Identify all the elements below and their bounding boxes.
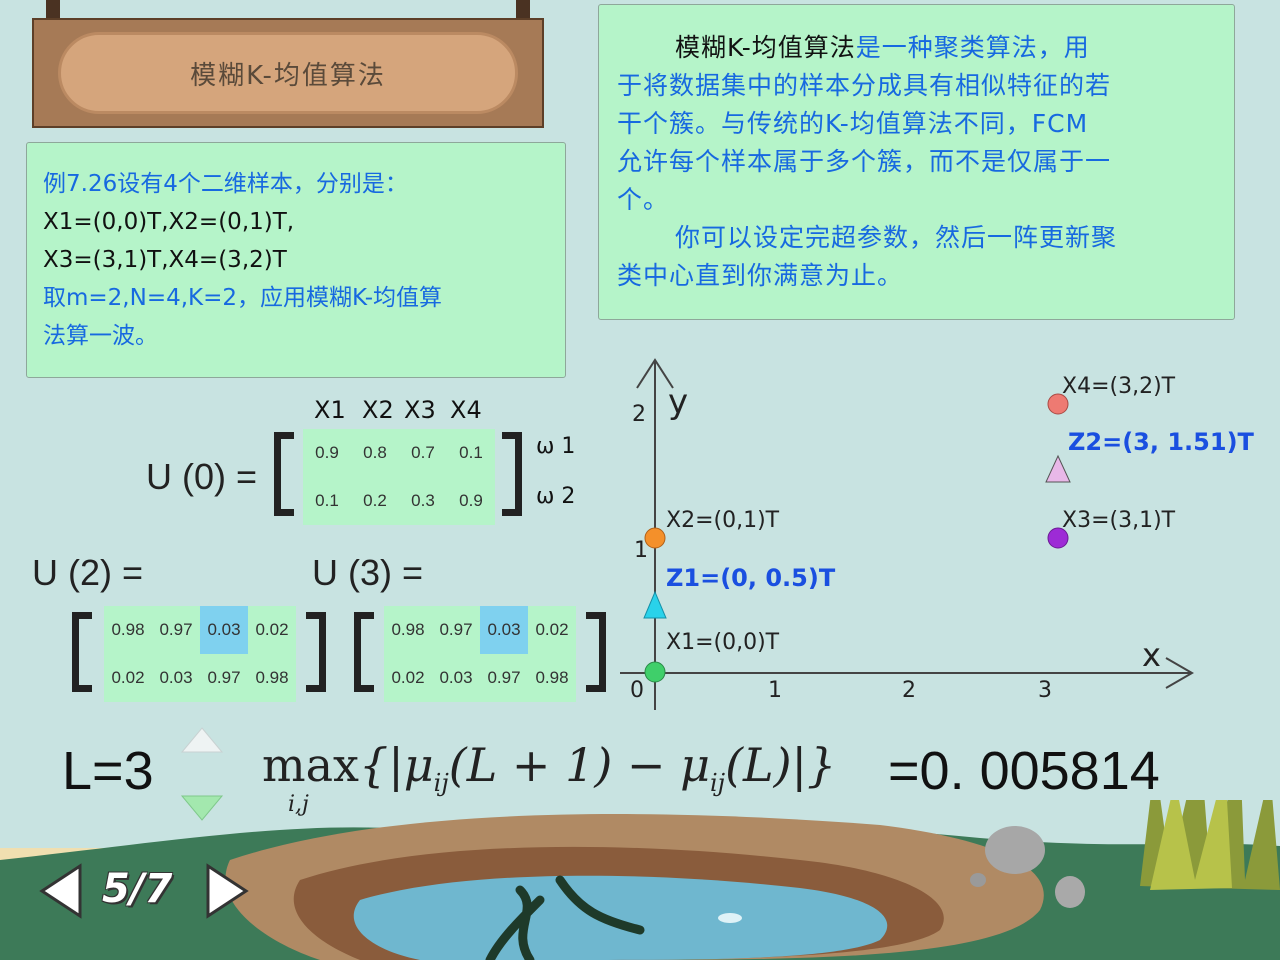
matrix-cell: 0.97 — [159, 620, 193, 639]
matrix-cell: 0.1 — [315, 491, 339, 510]
matrix-cell: 0.97 — [487, 668, 521, 687]
matrix-u2: 0.98 0.97 0.03 0.02 0.02 0.03 0.97 0.98 — [104, 606, 296, 702]
convergence-formula: max{|μij(L + 1) − μij(L)|} — [262, 738, 837, 798]
y-tick-2: 2 — [632, 402, 646, 427]
matrix-cell: 0.2 — [363, 491, 387, 510]
point-z1-label: Z1=(0, 0.5)T — [666, 564, 836, 592]
matrix-u3-label: U (3) = — [312, 552, 424, 593]
x-tick-3: 3 — [1038, 678, 1052, 703]
x-tick-2: 2 — [902, 678, 916, 703]
matrix-cell: 0.02 — [391, 668, 425, 687]
point-x2-label: X2=(0,1)T — [666, 508, 780, 533]
matrix-cell: 0.03 — [439, 668, 473, 687]
water-ripple — [718, 913, 742, 923]
matrix-bracket-left — [274, 432, 294, 516]
page-title: 模糊K-均值算法 — [190, 60, 386, 91]
matrix-cell: 0.9 — [315, 443, 339, 462]
column-header-x4: X4 — [450, 396, 482, 424]
matrix-u2-label: U (2) = — [32, 552, 144, 593]
example-line-4: 取m=2,N=4,K=2，应用模糊K-均值算 — [43, 285, 442, 311]
matrix-bracket-right — [306, 612, 326, 692]
matrix-cell: 0.98 — [391, 620, 425, 639]
matrix-bracket-left — [354, 612, 374, 692]
matrix-cell: 0.8 — [363, 443, 387, 462]
description-panel: 模糊K-均值算法是一种聚类算法，用 于将数据集中的样本分成具有相似特征的若 干个… — [598, 4, 1235, 320]
page-indicator: 5/7 — [102, 866, 173, 912]
description-text: 你可以设定完超参数，然后一阵更新聚 — [675, 223, 1118, 252]
row-label-omega2: ω 2 — [536, 484, 576, 509]
matrix-cell: 0.1 — [459, 443, 483, 462]
matrix-cell-highlighted: 0.03 — [480, 606, 528, 654]
column-header-x2: X2 — [362, 396, 394, 424]
matrix-u3: 0.98 0.97 0.03 0.02 0.02 0.03 0.97 0.98 — [384, 606, 576, 702]
description-term: 模糊K-均值算法 — [675, 33, 856, 62]
example-line-1: 例7.26设有4个二维样本，分别是： — [43, 171, 408, 197]
matrix-cell: 0.02 — [535, 620, 569, 639]
matrix-cell: 0.3 — [411, 491, 435, 510]
example-line-5: 法算一波。 — [43, 323, 158, 349]
matrix-cell: 0.98 — [535, 668, 569, 687]
example-panel: 例7.26设有4个二维样本，分别是： X1=(0,0)T,X2=(0,1)T, … — [26, 142, 566, 378]
matrix-cell: 0.03 — [159, 668, 193, 687]
matrix-bracket-right — [502, 432, 522, 516]
description-text: 干个簇。与传统的K-均值算法不同，FCM — [617, 109, 1089, 138]
formula-subscript: i,j — [288, 792, 309, 817]
matrix-cell: 0.9 — [459, 491, 483, 510]
x-tick-0: 0 — [630, 678, 644, 703]
matrix-cell-highlighted: 0.03 — [200, 606, 248, 654]
column-header-x1: X1 — [314, 396, 346, 424]
matrix-cell: 0.02 — [255, 620, 289, 639]
description-text: 于将数据集中的样本分成具有相似特征的若 — [617, 71, 1112, 100]
increment-button[interactable] — [180, 726, 224, 754]
y-axis-label: y — [668, 382, 689, 422]
point-x2 — [644, 527, 666, 549]
convergence-value: =0. 005814 — [888, 741, 1160, 801]
matrix-cell: 0.98 — [255, 668, 289, 687]
grass-tuft — [1140, 800, 1280, 890]
title-sign: 模糊K-均值算法 — [32, 18, 544, 128]
column-header-x3: X3 — [404, 396, 436, 424]
x-tick-1: 1 — [768, 678, 782, 703]
landscape-background — [0, 800, 1280, 960]
example-line-2: X1=(0,0)T,X2=(0,1)T, — [43, 209, 295, 235]
matrix-cell: 0.97 — [439, 620, 473, 639]
matrix-cell: 0.02 — [111, 668, 145, 687]
description-text: 个。 — [617, 185, 670, 214]
prev-page-button[interactable] — [38, 862, 82, 920]
point-x4-label: X4=(3,2)T — [1062, 374, 1176, 399]
matrix-cell: 0.7 — [411, 443, 435, 462]
point-x1-label: X1=(0,0)T — [666, 630, 780, 655]
example-line-3: X3=(3,1)T,X4=(3,2)T — [43, 247, 287, 273]
description-text: 是一种聚类算法，用 — [855, 33, 1090, 62]
matrix-bracket-left — [72, 612, 92, 692]
matrix-u0: 0.9 0.8 0.7 0.1 0.1 0.2 0.3 0.9 — [303, 429, 495, 525]
description-text: 类中心直到你满意为止。 — [617, 261, 904, 290]
row-label-omega1: ω 1 — [536, 434, 576, 459]
point-x3-label: X3=(3,1)T — [1062, 508, 1176, 533]
cluster-plot: y x 2 1 0 1 2 3 X1=(0,0)T X2=(0,1)T Z1=(… — [600, 340, 1254, 720]
point-z2 — [1045, 454, 1071, 483]
next-page-button[interactable] — [206, 862, 250, 920]
point-z1 — [643, 590, 667, 619]
iteration-label: L=3 — [62, 741, 154, 801]
description-text: 允许每个样本属于多个簇，而不是仅属于一 — [617, 147, 1112, 176]
x-axis-label: x — [1142, 636, 1161, 674]
matrix-u0-label: U (0) = — [146, 456, 258, 497]
decrement-button[interactable] — [180, 794, 224, 822]
matrix-cell: 0.97 — [207, 668, 241, 687]
matrix-cell: 0.98 — [111, 620, 145, 639]
y-tick-1: 1 — [634, 538, 648, 563]
point-x1 — [644, 661, 666, 683]
point-z2-label: Z2=(3, 1.51)T — [1068, 428, 1254, 456]
